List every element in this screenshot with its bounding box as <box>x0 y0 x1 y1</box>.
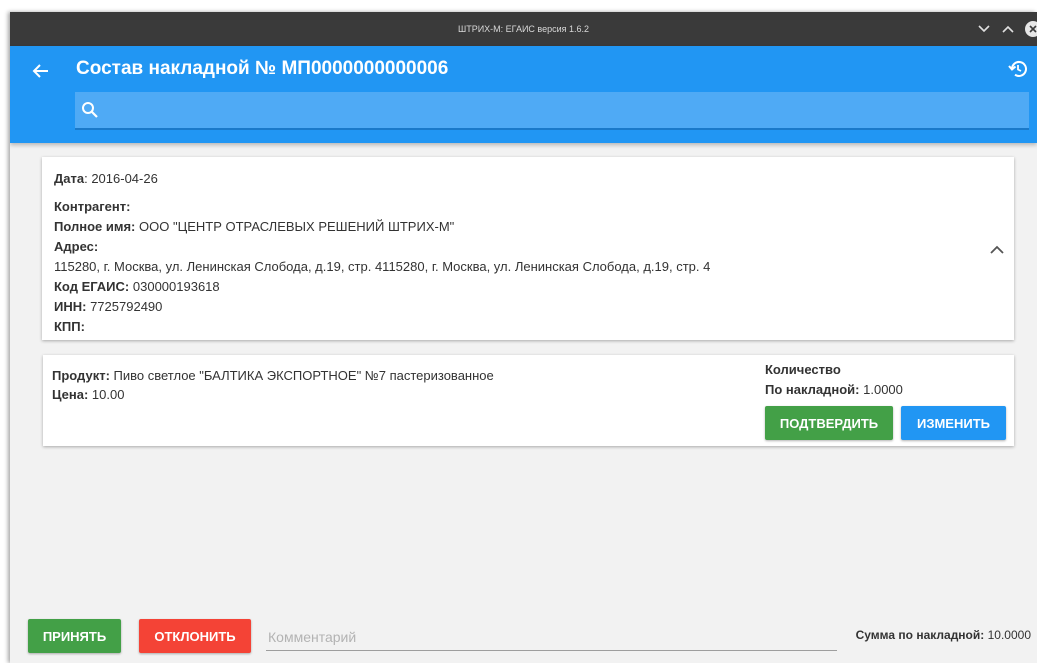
reject-button[interactable]: ОТКЛОНИТЬ <box>139 619 251 653</box>
date-label: Дата <box>54 171 85 186</box>
maximize-button[interactable] <box>1001 22 1015 36</box>
kpp-label: КПП: <box>54 319 85 334</box>
product-card: Продукт: Пиво светлое "БАЛТИКА ЭКСПОРТНО… <box>43 355 1014 446</box>
by-invoice-value: 1.0000 <box>863 382 903 397</box>
address-value: 115280, г. Москва, ул. Ленинская Слобода… <box>54 259 711 274</box>
search-icon <box>82 102 98 118</box>
page-title: Состав накладной № МП0000000000006 <box>76 58 449 79</box>
product-value: Пиво светлое "БАЛТИКА ЭКСПОРТНОЕ" №7 пас… <box>113 368 494 383</box>
title-bar: ШТРИХ-М: ЕГАИС версия 1.6.2 <box>10 12 1037 46</box>
inn-value: 7725792490 <box>90 299 163 314</box>
comment-input[interactable] <box>266 624 837 651</box>
chevron-up-icon <box>1002 25 1014 33</box>
contragent-label: Контрагент: <box>54 199 131 214</box>
contragent-row: Контрагент: <box>54 199 130 214</box>
edit-button[interactable]: ИЗМЕНИТЬ <box>901 406 1006 440</box>
collapse-chevron-icon <box>990 245 1004 254</box>
quantity-label: Количество <box>765 362 841 377</box>
fullname-label: Полное имя: <box>54 219 136 234</box>
product-label: Продукт: <box>52 368 110 383</box>
close-icon <box>1029 25 1037 33</box>
close-window-button[interactable] <box>1025 21 1037 37</box>
by-invoice-label: По накладной: <box>765 382 860 397</box>
history-icon <box>1008 60 1027 77</box>
collapse-button[interactable] <box>988 241 1006 259</box>
invoice-sum: Сумма по накладной: 10.0000 <box>856 628 1031 642</box>
sum-label: Сумма по накладной: <box>855 628 985 642</box>
egais-label: Код ЕГАИС: <box>54 279 130 294</box>
product-row: Продукт: Пиво светлое "БАЛТИКА ЭКСПОРТНО… <box>52 368 494 383</box>
quantity-heading: Количество <box>765 362 841 377</box>
chevron-down-icon <box>978 25 990 33</box>
back-button[interactable] <box>30 60 52 82</box>
accept-button[interactable]: ПРИНЯТЬ <box>28 619 121 653</box>
inn-label: ИНН: <box>54 299 87 314</box>
inn-row: ИНН: 7725792490 <box>54 299 162 314</box>
egais-value: 030000193618 <box>132 279 220 294</box>
search-bar <box>75 92 1029 130</box>
search-input[interactable] <box>107 92 1021 130</box>
address-label: Адрес: <box>54 239 99 254</box>
date-row: Дата: 2016-04-26 <box>54 171 158 186</box>
back-arrow-icon <box>32 64 48 78</box>
by-invoice-row: По накладной: 1.0000 <box>765 382 903 397</box>
egais-row: Код ЕГАИС: 030000193618 <box>54 279 220 294</box>
minimize-button[interactable] <box>977 22 991 36</box>
history-button[interactable] <box>1007 58 1029 80</box>
kpp-row: КПП: <box>54 319 85 334</box>
date-value: 2016-04-26 <box>91 171 158 186</box>
app-window: ШТРИХ-М: ЕГАИС версия 1.6.2 Состав накла… <box>10 12 1037 663</box>
fullname-value: ООО "ЦЕНТР ОТРАСЛЕВЫХ РЕШЕНИЙ ШТРИХ-М" <box>139 219 455 234</box>
confirm-button[interactable]: ПОДТВЕРДИТЬ <box>765 406 893 440</box>
window-title: ШТРИХ-М: ЕГАИС версия 1.6.2 <box>457 24 590 34</box>
price-label: Цена: <box>52 387 89 402</box>
invoice-info-card: Дата: 2016-04-26 Контрагент: Полное имя:… <box>42 157 1014 340</box>
price-row: Цена: 10.00 <box>52 387 124 402</box>
app-bar: Состав накладной № МП0000000000006 <box>10 46 1037 143</box>
fullname-row: Полное имя: ООО "ЦЕНТР ОТРАСЛЕВЫХ РЕШЕНИ… <box>54 219 454 234</box>
sum-value: 10.0000 <box>987 628 1031 642</box>
address-row: Адрес: <box>54 239 98 254</box>
window-controls <box>977 12 1037 46</box>
price-value: 10.00 <box>91 387 125 402</box>
